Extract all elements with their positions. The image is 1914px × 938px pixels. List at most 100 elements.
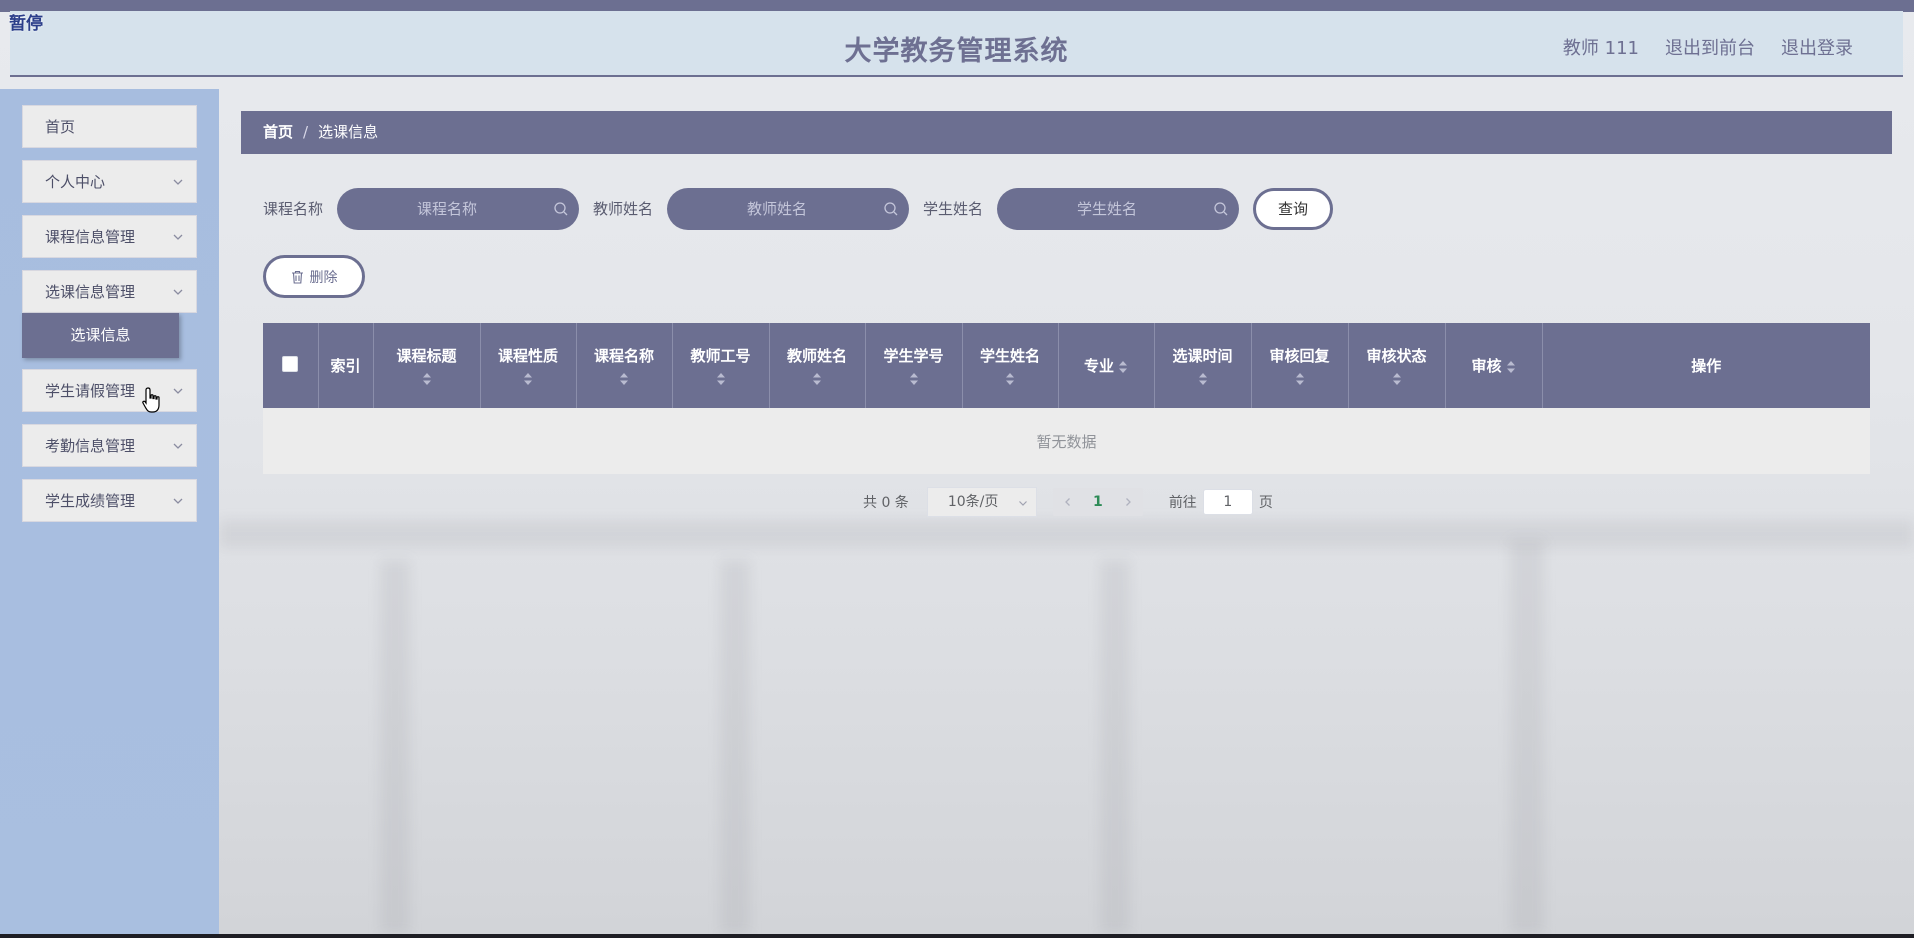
page-number-current[interactable]: 1 [1083, 494, 1113, 510]
page-size-select[interactable]: 10条/页 [926, 487, 1037, 517]
student-name-search-box [997, 187, 1240, 230]
column-review-status[interactable]: 审核状态 [1348, 323, 1446, 408]
sidebar-item-label: 首页 [45, 118, 76, 136]
sidebar-item-label: 个人中心 [45, 173, 106, 191]
delete-button-label: 删除 [309, 269, 338, 286]
search-icon [554, 201, 568, 215]
column-select-time-label: 选课时间 [1172, 347, 1233, 365]
goto-page-input[interactable] [1202, 489, 1253, 515]
sort-icon[interactable] [1118, 360, 1128, 374]
sort-icon[interactable] [909, 372, 919, 386]
teacher-name-label: 教师姓名 [593, 200, 654, 218]
breadcrumb-home-link[interactable]: 首页 [263, 123, 293, 141]
exit-to-frontend-link[interactable]: 退出到前台 [1665, 34, 1755, 60]
column-major[interactable]: 专业 [1058, 323, 1155, 408]
sort-icon[interactable] [716, 372, 726, 386]
course-name-label: 课程名称 [263, 200, 324, 218]
search-icon [1214, 201, 1228, 215]
chevron-right-icon [1125, 498, 1131, 506]
page-navigator: 1 [1052, 488, 1143, 516]
chevron-down-icon [173, 498, 183, 504]
page-size-value: 10条/页 [947, 494, 999, 510]
search-form: 课程名称 教师姓名 学生姓名 查询 [263, 187, 1334, 230]
column-index-label: 索引 [330, 357, 361, 375]
sort-icon[interactable] [619, 372, 629, 386]
column-index: 索引 [318, 323, 374, 408]
column-teacher-name[interactable]: 教师姓名 [769, 323, 866, 408]
sidebar-item-attendance-management[interactable]: 考勤信息管理 [22, 424, 197, 467]
app-header: 大学教务管理系统 教师 111 退出到前台 退出登录 [10, 11, 1903, 77]
breadcrumb-current: 选课信息 [318, 123, 379, 141]
table-header-row: 索引 课程标题 课程性质 课程名称 教师工号 教师姓名 学生学号 学生姓名 专业… [263, 323, 1870, 408]
column-student-name[interactable]: 学生姓名 [962, 323, 1059, 408]
sidebar-item-grade-management[interactable]: 学生成绩管理 [22, 479, 197, 522]
column-course-title[interactable]: 课程标题 [373, 323, 481, 408]
column-student-id-label: 学生学号 [883, 347, 944, 365]
logout-link[interactable]: 退出登录 [1781, 34, 1853, 60]
column-course-title-label: 课程标题 [396, 347, 457, 365]
select-all-column [263, 323, 319, 408]
background-decoration [1100, 560, 1130, 934]
background-decoration [720, 560, 750, 934]
sidebar-item-label: 学生成绩管理 [45, 492, 136, 510]
sort-icon[interactable] [1005, 372, 1015, 386]
next-page-button[interactable] [1113, 488, 1143, 516]
sort-icon[interactable] [422, 372, 432, 386]
column-review-reply-label: 审核回复 [1269, 347, 1330, 365]
chevron-down-icon [173, 443, 183, 449]
student-name-input[interactable] [997, 187, 1208, 230]
column-student-id[interactable]: 学生学号 [865, 323, 963, 408]
column-select-time[interactable]: 选课时间 [1154, 323, 1252, 408]
query-button[interactable]: 查询 [1253, 187, 1334, 230]
column-teacher-id[interactable]: 教师工号 [672, 323, 770, 408]
sort-icon[interactable] [1506, 360, 1516, 374]
column-course-name[interactable]: 课程名称 [576, 323, 673, 408]
sidebar-item-label: 考勤信息管理 [45, 437, 136, 455]
hand-cursor-icon [142, 387, 160, 413]
teacher-name-search-box [667, 187, 910, 230]
column-review-reply[interactable]: 审核回复 [1251, 323, 1349, 408]
sort-icon[interactable] [1198, 372, 1208, 386]
trash-icon [291, 270, 303, 284]
sort-icon[interactable] [812, 372, 822, 386]
chevron-down-icon [173, 234, 183, 240]
sort-icon[interactable] [1295, 372, 1305, 386]
header-user-links: 教师 111 退出到前台 退出登录 [1563, 34, 1853, 60]
background-decoration [1510, 540, 1544, 934]
delete-button[interactable]: 删除 [263, 255, 365, 298]
selection-table: 索引 课程标题 课程性质 课程名称 教师工号 教师姓名 学生学号 学生姓名 专业… [263, 323, 1870, 474]
app-window: 暂停 大学教务管理系统 教师 111 退出到前台 退出登录 首页 个人中心 课程… [0, 0, 1914, 934]
column-course-nature-label: 课程性质 [497, 347, 558, 365]
current-user-label: 教师 111 [1562, 38, 1639, 59]
column-teacher-name-label: 教师姓名 [786, 347, 847, 365]
course-name-input[interactable] [337, 187, 548, 230]
sidebar-subitem-selection-info[interactable]: 选课信息 [22, 313, 179, 358]
page-unit-label: 页 [1258, 495, 1273, 511]
sidebar-item-home[interactable]: 首页 [22, 105, 197, 148]
column-review-status-label: 审核状态 [1366, 347, 1427, 365]
column-operation: 操作 [1542, 323, 1870, 408]
prev-page-button[interactable] [1053, 488, 1083, 516]
column-course-nature[interactable]: 课程性质 [480, 323, 577, 408]
sidebar-item-label: 学生请假管理 [45, 382, 136, 400]
breadcrumb-separator: / [303, 123, 309, 141]
breadcrumb: 首页 / 选课信息 [241, 111, 1892, 154]
sidebar-item-course-management[interactable]: 课程信息管理 [22, 215, 197, 258]
sidebar-item-leave-management[interactable]: 学生请假管理 [22, 369, 197, 412]
select-all-checkbox[interactable] [282, 355, 299, 372]
chevron-down-icon [173, 179, 183, 185]
sidebar-item-selection-management[interactable]: 选课信息管理 [22, 270, 197, 313]
sidebar-item-label: 课程信息管理 [45, 228, 136, 246]
pagination-total: 共 0 条 [863, 495, 909, 511]
pagination: 共 0 条 10条/页 1 前往 页 [863, 487, 1273, 517]
column-student-name-label: 学生姓名 [979, 347, 1040, 365]
teacher-name-input[interactable] [667, 187, 878, 230]
sort-icon[interactable] [523, 372, 533, 386]
sidebar-item-personal-center[interactable]: 个人中心 [22, 160, 197, 203]
column-review[interactable]: 审核 [1445, 323, 1543, 408]
column-teacher-id-label: 教师工号 [690, 347, 751, 365]
column-major-label: 专业 [1083, 357, 1114, 375]
pause-overlay-label: 暂停 [9, 14, 43, 34]
chevron-left-icon [1064, 498, 1070, 506]
sort-icon[interactable] [1392, 372, 1402, 386]
